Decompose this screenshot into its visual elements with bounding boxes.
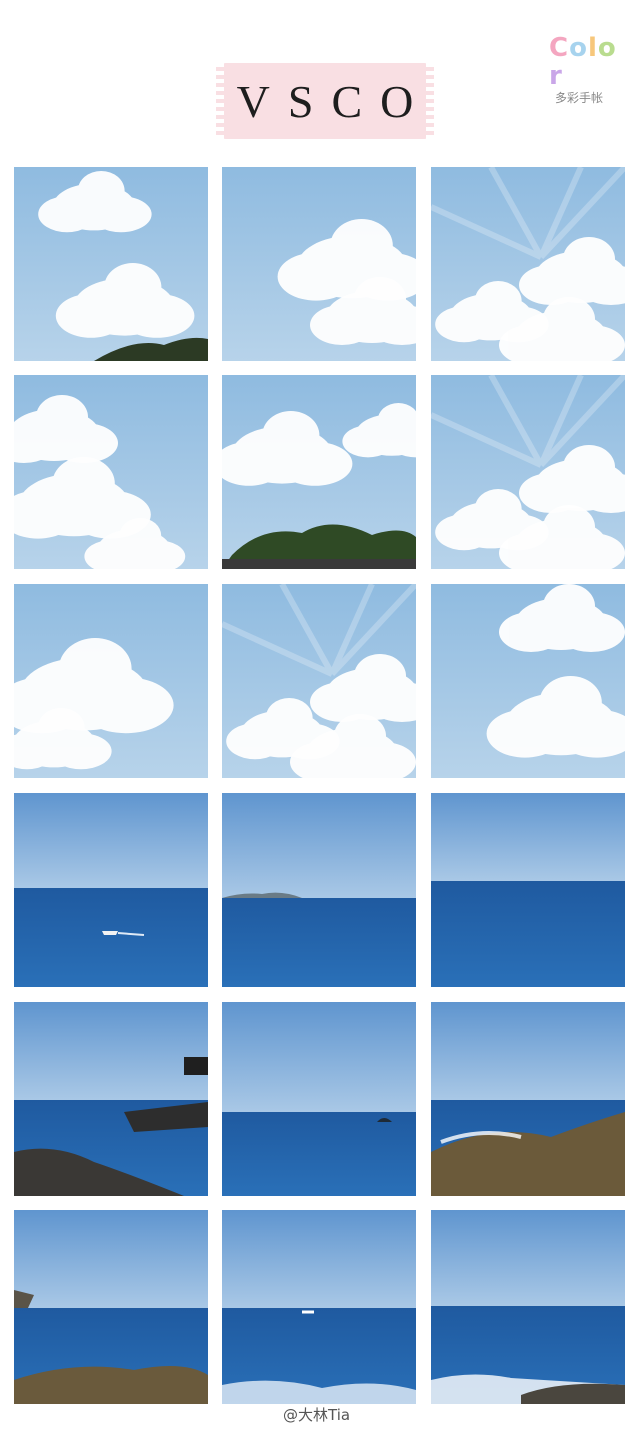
sky-photo [431, 375, 625, 569]
sky-photo [431, 167, 625, 361]
sea-photo [431, 793, 625, 987]
sea-photo [14, 1002, 208, 1196]
sky-photo [14, 167, 208, 361]
watermark: @大林Tia [283, 1406, 351, 1424]
sea-photo [431, 1210, 625, 1404]
sea-photo [222, 793, 416, 987]
sky-photo [14, 375, 208, 569]
sky-photo [222, 584, 416, 778]
sky-photo [222, 167, 416, 361]
photo-grid [0, 0, 640, 1429]
sea-photo [222, 1002, 416, 1196]
sky-photo [222, 375, 416, 569]
sky-photo [431, 584, 625, 778]
sea-photo [14, 1210, 208, 1404]
sea-photo [431, 1002, 625, 1196]
sky-photo [14, 584, 208, 778]
sea-photo [14, 793, 208, 987]
sea-photo [222, 1210, 416, 1404]
